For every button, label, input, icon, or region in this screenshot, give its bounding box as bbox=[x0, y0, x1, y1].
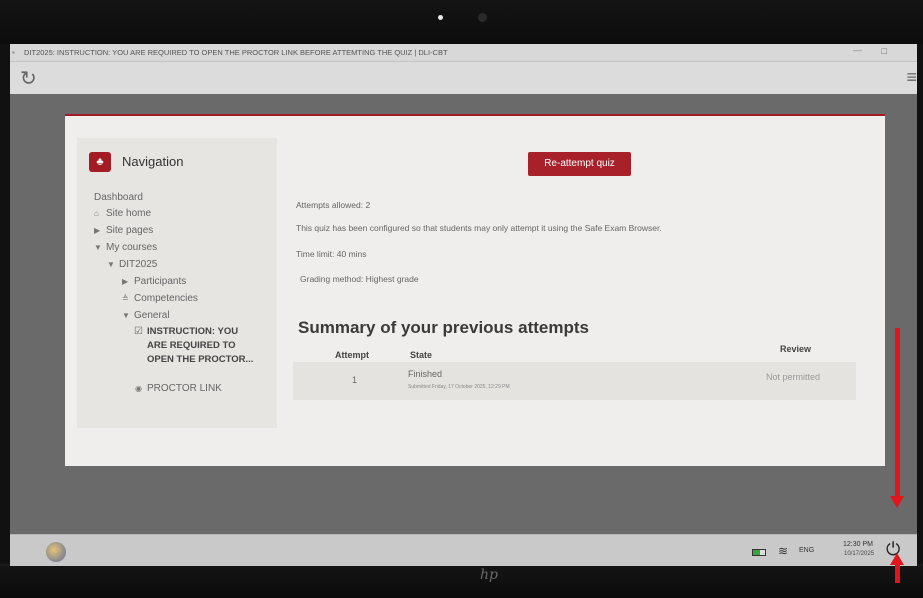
laptop-bezel-top bbox=[0, 0, 923, 44]
maximize-icon[interactable]: □ bbox=[882, 46, 887, 56]
brand-logo: hp bbox=[480, 567, 498, 583]
app-icon: ▪ bbox=[12, 48, 15, 57]
annotation-arrow-down bbox=[895, 328, 900, 498]
nav-item-label: Site pages bbox=[106, 225, 154, 236]
grading-method: Grading method: Highest grade bbox=[300, 274, 419, 284]
web-viewport: ♣ Navigation Dashboard ⌂ Site home ▶ Site … bbox=[10, 94, 917, 566]
attempt-state: Finished bbox=[408, 369, 443, 379]
chevron-right-icon: ▶ bbox=[94, 226, 101, 235]
nav-item-site-home[interactable]: ⌂ Site home bbox=[94, 208, 151, 219]
nav-item-course[interactable]: ▼ DIT2025 bbox=[107, 259, 157, 270]
window-title: DIT2025: INSTRUCTION: YOU ARE REQUIRED T… bbox=[24, 48, 448, 57]
link-icon: ◉ bbox=[135, 384, 142, 393]
chevron-right-icon: ▶ bbox=[122, 277, 129, 286]
nav-item-dashboard[interactable]: Dashboard bbox=[94, 192, 143, 203]
wifi-icon[interactable]: ≋ bbox=[778, 544, 788, 558]
nav-item-my-courses[interactable]: ▼ My courses bbox=[94, 242, 157, 253]
nav-item-label: Participants bbox=[134, 276, 187, 287]
webcam-lens bbox=[478, 13, 487, 22]
column-header-attempt: Attempt bbox=[335, 350, 369, 360]
nav-item-competencies[interactable]: ≜ Competencies bbox=[122, 293, 198, 304]
battery-icon[interactable] bbox=[752, 549, 766, 556]
attempts-allowed: Attempts allowed: 2 bbox=[296, 200, 371, 210]
annotation-arrowhead-down bbox=[890, 496, 904, 508]
chevron-down-icon: ▼ bbox=[122, 311, 130, 320]
page-icon: ☑ bbox=[134, 326, 143, 337]
nav-item-label: DIT2025 bbox=[119, 259, 158, 270]
sitemap-icon: ♣ bbox=[89, 152, 111, 172]
window-titlebar: ▪ DIT2025: INSTRUCTION: YOU ARE REQUIRED… bbox=[10, 44, 917, 62]
screen: ▪ DIT2025: INSTRUCTION: YOU ARE REQUIRED… bbox=[10, 44, 917, 566]
competencies-icon: ≜ bbox=[122, 294, 129, 303]
navigation-block: ♣ Navigation Dashboard ⌂ Site home ▶ Site … bbox=[77, 138, 277, 428]
column-header-review: Review bbox=[780, 344, 812, 354]
nav-item-label: Site home bbox=[106, 208, 152, 219]
clock-date[interactable]: 10/17/2025 bbox=[844, 551, 874, 557]
navigation-title: Navigation bbox=[122, 154, 184, 169]
nav-item-label: PROCTOR LINK bbox=[147, 383, 222, 394]
home-icon: ⌂ bbox=[94, 209, 99, 218]
reload-icon[interactable]: ↻ bbox=[20, 66, 37, 91]
attempt-submitted: Submitted Friday, 17 October 2025, 12:29… bbox=[408, 384, 510, 390]
taskbar: ≋ ENG 12:30 PM 10/17/2025 ⏻ bbox=[10, 534, 917, 566]
chevron-down-icon: ▼ bbox=[107, 260, 115, 269]
reattempt-quiz-button[interactable]: Re-attempt quiz bbox=[528, 152, 631, 176]
chevron-down-icon: ▼ bbox=[94, 243, 102, 252]
nav-item-label: General bbox=[134, 310, 170, 321]
nav-item-label: My courses bbox=[106, 242, 158, 253]
laptop-bezel-right bbox=[917, 44, 923, 564]
nav-item-general[interactable]: ▼ General bbox=[122, 310, 170, 321]
column-header-state: State bbox=[410, 350, 433, 360]
nav-item-label: Dashboard bbox=[94, 192, 143, 203]
minimize-icon[interactable]: — bbox=[853, 45, 862, 55]
seb-notice: This quiz has been configured so that st… bbox=[296, 223, 662, 233]
nav-item-participants[interactable]: ▶ Participants bbox=[122, 276, 186, 287]
time-limit: Time limit: 40 mins bbox=[296, 249, 367, 259]
language-indicator[interactable]: ENG bbox=[799, 547, 814, 554]
clock-time[interactable]: 12:30 PM bbox=[843, 541, 873, 548]
browser-toolbar: ↻ ≡ bbox=[10, 62, 917, 94]
nav-item-instruction[interactable]: INSTRUCTION: YOU ARE REQUIRED TO OPEN TH… bbox=[147, 325, 257, 367]
annotation-arrow-up bbox=[895, 565, 900, 583]
laptop-bezel-bottom bbox=[0, 566, 923, 598]
quiz-page: ♣ Navigation Dashboard ⌂ Site home ▶ Site … bbox=[65, 114, 885, 466]
menu-icon[interactable]: ≡ bbox=[906, 67, 917, 88]
annotation-arrowhead-up bbox=[890, 553, 904, 565]
start-button[interactable] bbox=[46, 542, 66, 562]
summary-heading: Summary of your previous attempts bbox=[298, 318, 589, 337]
laptop-bezel-left bbox=[0, 44, 10, 564]
nav-item-site-pages[interactable]: ▶ Site pages bbox=[94, 225, 153, 236]
attempt-number: 1 bbox=[352, 375, 358, 385]
nav-item-label: Competencies bbox=[134, 293, 198, 304]
webcam-indicator bbox=[438, 15, 443, 20]
attempt-review: Not permitted bbox=[766, 372, 821, 382]
nav-item-proctor-link[interactable]: ◉ PROCTOR LINK bbox=[135, 383, 222, 394]
